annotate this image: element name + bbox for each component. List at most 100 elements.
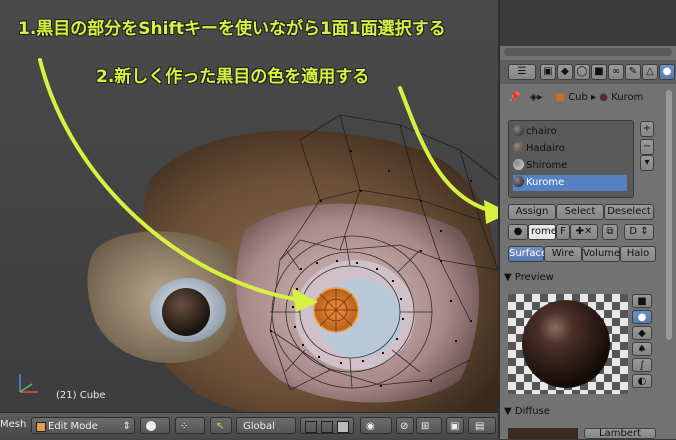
scene-tab-icon[interactable]: ◆ — [557, 64, 573, 80]
tab-halo[interactable]: Halo — [620, 246, 656, 262]
world-tab-icon[interactable]: ◯ — [574, 64, 590, 80]
camera-icon: ▣ — [450, 421, 460, 432]
diffuse-header-label: Diffuse — [514, 406, 550, 417]
monkey-preview-icon[interactable]: ♠ — [632, 342, 652, 356]
material-slot-item[interactable]: Shirome — [513, 158, 627, 174]
material-sphere-icon — [513, 176, 524, 187]
data-link-dropdown[interactable]: D ⇕ — [624, 224, 654, 240]
material-browse-button[interactable]: ● — [508, 224, 528, 240]
properties-icon: ☰ — [517, 66, 527, 77]
editor-type-dropdown[interactable]: ☰ — [508, 64, 536, 80]
mode-dropdown[interactable]: Edit Mode ⇕ — [31, 417, 135, 434]
orientation-dropdown[interactable]: Global — [236, 417, 296, 434]
material-sphere-icon: ● — [513, 226, 523, 237]
data-link-label: D — [629, 226, 638, 237]
proportional-icon: ◉ — [366, 421, 375, 432]
material-sphere-icon — [513, 125, 524, 136]
preview-panel-header[interactable]: ▼ Preview — [504, 272, 554, 283]
pivot-icon: ⁘ — [180, 421, 189, 432]
viewport-header: Mesh Edit Mode ⇕ ⁘ ↖ Global ◉ ⊘ ⊞ ▣ ▤ — [0, 412, 498, 440]
select-mode-buttons[interactable] — [300, 417, 354, 434]
cube-preview-icon[interactable]: ◆ — [632, 326, 652, 340]
context-tabs: ☰ ▣ ◆ ◯ ■ ∞ ✎ △ ● — [500, 60, 676, 84]
object-tab-icon[interactable]: ■ — [591, 64, 607, 80]
material-tab-icon[interactable]: ● — [659, 64, 675, 80]
pivot-dropdown[interactable]: ⁘ — [175, 417, 205, 434]
fake-user-button[interactable]: F — [556, 224, 570, 240]
panel-scrollbar-horizontal[interactable] — [504, 48, 672, 56]
modifiers-tab-icon[interactable]: ✎ — [625, 64, 641, 80]
material-slot-item[interactable]: chairo — [513, 124, 627, 140]
data-tab-icon[interactable]: △ — [642, 64, 658, 80]
diffuse-panel-header[interactable]: ▼ Diffuse — [504, 406, 550, 417]
add-slot-button[interactable]: + — [640, 121, 654, 137]
breadcrumb-material: Kurom — [611, 92, 644, 103]
3d-viewport[interactable]: 1.黒目の部分をShiftキーを使いながら1面1面選択する 2.新しく作った黒目… — [0, 0, 498, 412]
material-slot-label: Shirome — [526, 160, 568, 171]
preview-header-label: Preview — [514, 272, 554, 283]
properties-panel: ☰ ▣ ◆ ◯ ■ ∞ ✎ △ ● 📌 ◈▸ ■ Cub ▸ ● Kurom c… — [498, 0, 676, 439]
hair-preview-icon[interactable]: ∫ — [632, 358, 652, 372]
chevron-updown-icon: ⇕ — [122, 421, 131, 432]
snap-element-dropdown[interactable]: ⊞ — [416, 417, 442, 434]
manipulator-toggle[interactable]: ↖ — [210, 417, 232, 434]
constraints-tab-icon[interactable]: ∞ — [608, 64, 624, 80]
editor-label: Mesh — [0, 419, 27, 430]
material-slot-item[interactable]: Kurome — [513, 175, 627, 191]
mode-icon — [36, 422, 46, 432]
axis-gizmo — [19, 374, 38, 393]
panel-scrollbar-vertical[interactable] — [666, 90, 672, 340]
scene-icon: ◈▸ — [529, 92, 543, 103]
close-icon: ✕ — [584, 226, 593, 237]
material-name-field[interactable]: rome — [528, 224, 557, 240]
proportional-edit-dropdown[interactable]: ◉ — [360, 417, 392, 434]
vertex-select-icon — [305, 421, 317, 433]
pin-icon[interactable]: 📌 — [508, 92, 520, 103]
film-icon: ▤ — [475, 421, 485, 432]
annotation-step-2: 2.新しく作った黒目の色を適用する — [96, 67, 370, 87]
face-select-icon — [337, 421, 349, 433]
material-preview — [508, 294, 628, 394]
diffuse-shader-dropdown[interactable]: Lambert — [584, 428, 656, 439]
orientation-label: Global — [243, 421, 275, 432]
material-sphere-icon — [513, 142, 524, 153]
plane-preview-icon[interactable]: ■ — [632, 294, 652, 308]
sphere-preview-icon[interactable]: ● — [632, 310, 652, 324]
breadcrumb: 📌 ◈▸ ■ Cub ▸ ● Kurom — [508, 92, 643, 106]
manipulator-icon: ↖ — [216, 421, 225, 432]
shading-dropdown[interactable] — [140, 417, 170, 434]
material-slot-item[interactable]: Hadairo — [513, 141, 627, 157]
tab-volume[interactable]: Volume — [582, 246, 620, 262]
new-material-button[interactable]: ✚✕ — [570, 224, 598, 240]
slot-specials-button[interactable]: ▾ — [640, 155, 654, 171]
deselect-button[interactable]: Deselect — [604, 204, 654, 220]
render-anim-button[interactable]: ▤ — [468, 417, 496, 434]
plus-icon: ✚ — [575, 226, 584, 237]
breadcrumb-object: Cub — [568, 92, 588, 103]
render-tab-icon[interactable]: ▣ — [540, 64, 556, 80]
snap-toggle[interactable]: ⊘ — [396, 417, 414, 434]
material-slot-label: chairo — [526, 126, 557, 137]
assign-button[interactable]: Assign — [508, 204, 556, 220]
panel-top-region — [500, 0, 676, 46]
sky-preview-icon[interactable]: ◐ — [632, 374, 652, 388]
tab-surface[interactable]: Surface — [508, 246, 547, 262]
context-icons: ▣ ◆ ◯ ■ ∞ ✎ △ ● — [540, 64, 676, 80]
link-button[interactable]: ⧉ — [602, 224, 618, 240]
material-icon: ● — [599, 92, 608, 103]
sphere-icon — [146, 421, 156, 431]
edge-select-icon — [321, 421, 333, 433]
preview-type-buttons: ■ ● ◆ ♠ ∫ ◐ — [632, 294, 652, 394]
render-icon-button[interactable]: ▣ — [446, 417, 464, 434]
cube-icon: ■ — [555, 92, 565, 103]
material-slot-label: Kurome — [526, 177, 565, 188]
diffuse-color-swatch[interactable] — [508, 428, 578, 439]
material-slot-label: Hadairo — [526, 143, 565, 154]
select-button[interactable]: Select — [556, 204, 604, 220]
mode-label: Edit Mode — [48, 421, 98, 432]
remove-slot-button[interactable]: − — [640, 139, 654, 155]
material-sphere-icon — [513, 159, 524, 170]
snap-grid-icon: ⊞ — [421, 421, 430, 432]
tab-wire[interactable]: Wire — [544, 246, 582, 262]
annotation-step-1: 1.黒目の部分をShiftキーを使いながら1面1面選択する — [18, 19, 446, 39]
